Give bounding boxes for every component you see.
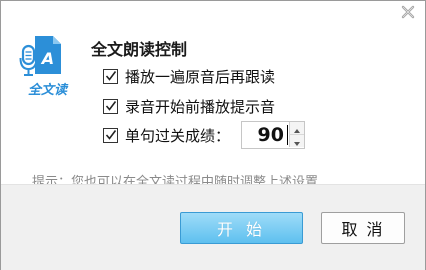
close-button[interactable] — [399, 4, 417, 20]
spin-down-button[interactable] — [289, 135, 304, 147]
pass-score-label: 单句过关成绩： — [125, 126, 231, 145]
text-caret — [287, 125, 288, 145]
check-icon — [105, 70, 117, 81]
option-pass-score[interactable]: 单句过关成绩： — [103, 126, 231, 145]
option-replay-original[interactable]: 播放一遍原音后再跟读 — [103, 67, 276, 86]
pass-score-checkbox[interactable] — [103, 127, 118, 143]
check-icon — [105, 100, 117, 111]
prompt-sound-checkbox[interactable] — [103, 98, 118, 114]
dialog-title: 全文朗读控制 — [91, 40, 188, 59]
score-input[interactable] — [242, 122, 286, 148]
arrow-down-icon — [294, 142, 300, 146]
microphone-document-icon: A — [19, 36, 61, 76]
close-icon — [401, 5, 415, 19]
replay-original-label: 播放一遍原音后再跟读 — [125, 67, 276, 86]
option-prompt-sound[interactable]: 录音开始前播放提示音 — [103, 97, 276, 116]
replay-original-checkbox[interactable] — [103, 68, 118, 84]
svg-text:A: A — [40, 49, 54, 68]
check-icon — [105, 129, 117, 140]
score-spinner — [241, 121, 305, 149]
dialog-body: A 全文读 全文朗读控制 播放一遍原音后再跟读 录音开始前播放提示音 单句过关成… — [1, 1, 425, 190]
prompt-sound-label: 录音开始前播放提示音 — [125, 97, 276, 116]
spin-up-button[interactable] — [289, 122, 304, 135]
read-aloud-dialog: A 全文读 全文朗读控制 播放一遍原音后再跟读 录音开始前播放提示音 单句过关成… — [0, 0, 426, 270]
cancel-button[interactable]: 取 消 — [321, 212, 405, 244]
start-button[interactable]: 开 始 — [180, 212, 303, 244]
logo-caption: 全文读 — [28, 83, 68, 98]
